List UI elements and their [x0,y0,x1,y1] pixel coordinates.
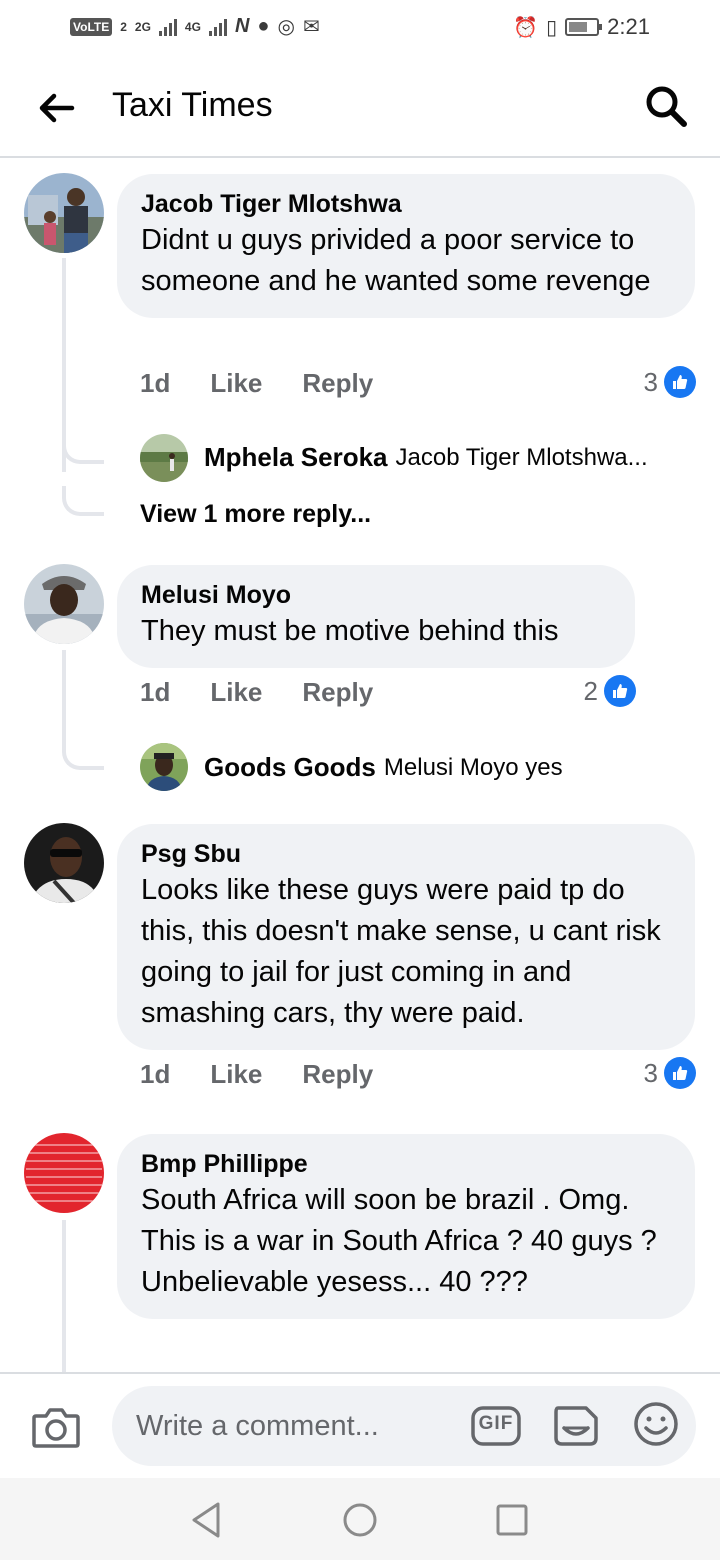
thumbs-up-icon [664,366,696,398]
nfc-icon: N [234,15,250,37]
system-nav-bar [0,1478,720,1560]
like-button[interactable]: Like [210,368,262,399]
reaction-count: 3 [643,1057,658,1088]
back-arrow-icon [39,93,75,123]
comment-actions: 1d Like Reply [140,677,373,708]
comment-author[interactable]: Jacob Tiger Mlotshwa [141,188,671,220]
avatar[interactable] [140,434,188,482]
comment-bubble[interactable]: Psg Sbu Looks like these guys were paid … [117,824,695,1050]
comment-actions: 1d Like Reply [140,368,373,399]
reply-button[interactable]: Reply [302,368,373,399]
like-button[interactable]: Like [210,1059,262,1090]
vibrate-icon: ▯ [546,16,558,39]
comment-time: 1d [140,677,171,707]
search-button[interactable] [642,82,690,130]
comment-text: South Africa will soon be brazil . Omg. … [141,1184,657,1298]
status-bar: VoLTE 2 2G 4G N ● ◎ ✉ ⏰ ▯ 2:21 [0,0,720,56]
whatsapp-icon: ◎ [277,16,295,38]
thread-line [62,1220,66,1372]
comment-time: 1d [140,368,171,398]
thumbs-up-icon [604,675,636,707]
signal-2g-label: 2G [134,19,151,34]
avatar[interactable] [140,743,188,791]
nav-recents-button[interactable] [490,1498,534,1542]
avatar[interactable] [24,1133,104,1213]
camera-icon [32,1408,80,1448]
avatar[interactable] [24,564,104,644]
status-right: ⏰ ▯ 2:21 [513,14,650,40]
thread-branch [62,740,104,770]
battery-icon [565,18,603,36]
reply-author[interactable]: Goods Goods [204,752,376,783]
camera-button[interactable] [30,1402,82,1450]
gif-label: GIF [478,1413,514,1434]
reaction-summary[interactable]: 3 [644,366,696,398]
comment-bubble[interactable]: Jacob Tiger Mlotshwa Didnt u guys privid… [117,174,695,318]
gif-button[interactable]: GIF [470,1400,522,1452]
comment-text: Didnt u guys privided a poor service to … [141,224,651,297]
sticker-button[interactable] [550,1398,602,1450]
reply-preview[interactable]: Mphela Seroka Jacob Tiger Mlotshwa... [204,442,648,473]
triangle-back-icon [192,1502,220,1538]
comment-actions: 1d Like Reply [140,1059,373,1090]
comment-author[interactable]: Psg Sbu [141,838,671,870]
emoji-button[interactable] [630,1398,682,1450]
view-more-replies-link[interactable]: View 1 more reply... [140,500,371,529]
avatar[interactable] [24,173,104,253]
mail-icon: ✉ [302,16,320,38]
reply-author[interactable]: Mphela Seroka [204,442,388,473]
reaction-count: 3 [643,366,658,397]
square-recents-icon [496,1504,528,1536]
signal-icon [158,18,177,36]
comment-text: Looks like these guys were paid tp do th… [141,874,661,1029]
like-button[interactable]: Like [210,677,262,708]
comment-author[interactable]: Melusi Moyo [141,579,611,611]
signal-4g-label: 4G [184,19,201,34]
app-header: Taxi Times [0,56,720,158]
comment-bubble[interactable]: Melusi Moyo They must be motive behind t… [117,565,635,668]
search-icon [646,86,687,127]
back-button[interactable] [34,86,78,130]
thread-branch [62,486,104,516]
reply-preview[interactable]: Goods Goods Melusi Moyo yes [204,752,563,783]
comment-author[interactable]: Bmp Phillippe [141,1148,671,1180]
thread-line [62,650,66,750]
sticker-icon [554,1406,598,1446]
comment-time: 1d [140,1059,171,1089]
comment-input[interactable] [112,1386,696,1466]
comment-text: They must be motive behind this [141,615,559,647]
alarm-icon: ⏰ [513,16,539,39]
clock: 2:21 [607,14,650,39]
comment-bubble[interactable]: Bmp Phillippe South Africa will soon be … [117,1134,695,1319]
circle-home-icon [343,1503,377,1537]
emoji-icon [634,1402,678,1446]
reply-text: Jacob Tiger Mlotshwa... [395,443,648,471]
comment-composer: GIF [0,1372,720,1478]
reply-button[interactable]: Reply [302,1059,373,1090]
signal-icon [208,18,227,36]
reaction-count: 2 [583,675,598,706]
reply-button[interactable]: Reply [302,677,373,708]
status-left: VoLTE 2 2G 4G N ● ◎ ✉ [70,14,320,39]
nav-back-button[interactable] [186,1498,230,1542]
chat-icon: ● [257,15,270,37]
avatar[interactable] [24,823,104,903]
reaction-summary[interactable]: 3 [644,1057,696,1089]
thread-branch [62,434,104,464]
nav-home-button[interactable] [338,1498,382,1542]
page-title: Taxi Times [112,86,273,124]
reply-text: Melusi Moyo yes [383,753,563,781]
thumbs-up-icon [664,1057,696,1089]
sim-number: 2 [120,19,127,34]
reaction-summary[interactable]: 2 [584,675,636,707]
volte-badge: VoLTE [70,17,113,36]
